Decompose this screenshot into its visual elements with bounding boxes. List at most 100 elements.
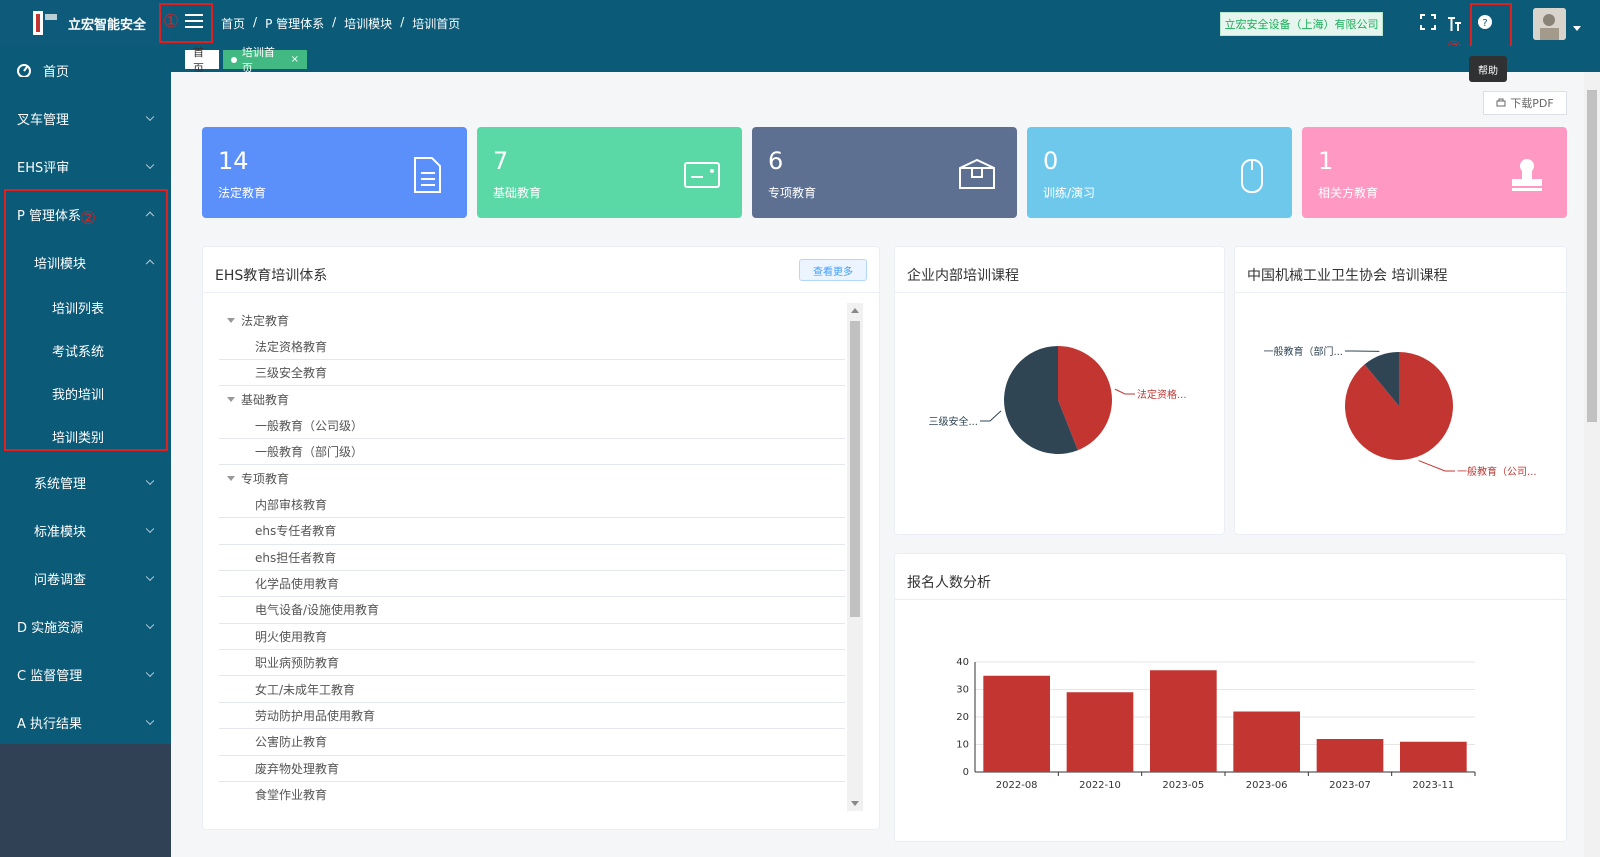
tab-training-home[interactable]: 培训首页 × bbox=[223, 46, 307, 75]
tree-node-label: 法定资格教育 bbox=[255, 339, 328, 354]
sidebar-item-execution-results[interactable]: A 执行结果 bbox=[0, 698, 171, 746]
tree-node-label: 食堂作业教育 bbox=[255, 788, 328, 803]
tree-node-child[interactable]: 一般教育（公司级） bbox=[219, 413, 845, 439]
tab-bar: 首页 培训首页 × bbox=[171, 46, 1600, 75]
sidebar-item-label: EHS评审 bbox=[17, 160, 70, 176]
pie-label-line bbox=[1418, 460, 1455, 472]
x-tick-label: 2023-11 bbox=[1412, 780, 1454, 791]
tree-node-child[interactable]: ehs专任者教育 bbox=[219, 518, 845, 545]
sidebar-item-ehs-review[interactable]: EHS评审 bbox=[0, 142, 171, 190]
page-scrollbar[interactable] bbox=[1584, 72, 1600, 857]
tree-node-parent[interactable]: 基础教育 bbox=[219, 386, 845, 412]
breadcrumb-separator: / bbox=[253, 15, 258, 29]
tree-node-label: 专项教育 bbox=[241, 472, 290, 487]
tree-node-child[interactable]: 职业病预防教育 bbox=[219, 650, 845, 677]
bar[interactable] bbox=[1400, 741, 1467, 772]
download-pdf-button[interactable]: 下载PDF bbox=[1483, 91, 1567, 115]
scroll-up-icon[interactable] bbox=[851, 308, 859, 313]
caret-down-icon[interactable] bbox=[227, 476, 235, 482]
scrollbar-thumb[interactable] bbox=[1587, 90, 1597, 422]
breadcrumb-management-system[interactable]: P 管理体系 bbox=[265, 15, 324, 32]
caret-down-icon[interactable] bbox=[1573, 26, 1581, 31]
tree-node-child[interactable]: 化学品使用教育 bbox=[219, 571, 845, 598]
tree-node-label: 职业病预防教育 bbox=[255, 656, 340, 671]
stat-card-drill[interactable]: 0 训练/演习 bbox=[1027, 127, 1292, 218]
scrollbar-thumb[interactable] bbox=[850, 321, 860, 617]
tree-node-label: 废弃物处理教育 bbox=[255, 761, 340, 776]
divider bbox=[203, 292, 879, 293]
breadcrumb-training-module[interactable]: 培训模块 bbox=[344, 15, 392, 32]
pie-label: 三级安全... bbox=[928, 415, 978, 428]
breadcrumb-separator: / bbox=[332, 15, 337, 29]
bar[interactable] bbox=[983, 675, 1050, 772]
tree-node-parent[interactable]: 专项教育 bbox=[219, 465, 845, 491]
mouse-icon bbox=[1241, 159, 1263, 193]
tree-node-child[interactable]: 内部审核教育 bbox=[219, 492, 845, 519]
pie-label: 法定资格... bbox=[1137, 388, 1187, 401]
tree-node-child[interactable]: 法定资格教育 bbox=[219, 333, 845, 360]
tree-node-parent[interactable]: 法定教育 bbox=[219, 307, 845, 333]
sidebar-item-label: 叉车管理 bbox=[17, 112, 70, 128]
document-icon bbox=[414, 157, 441, 193]
sidebar-item-implementation-resources[interactable]: D 实施资源 bbox=[0, 602, 171, 650]
breadcrumb-current: 培训首页 bbox=[412, 17, 461, 31]
annotation-number-2: ② bbox=[80, 208, 97, 229]
sidebar-item-survey[interactable]: 问卷调查 bbox=[0, 554, 171, 602]
font-size-icon[interactable] bbox=[1446, 14, 1462, 32]
tab-home[interactable]: 首页 bbox=[185, 46, 219, 75]
ehs-panel: EHS教育培训体系 查看更多 法定教育 法定资格教育 三级安全教育 基础教育 一般教育（… bbox=[202, 246, 880, 830]
stat-card-special[interactable]: 6 专项教育 bbox=[752, 127, 1017, 218]
tab-label: 培训首页 bbox=[241, 45, 275, 75]
tree-node-child[interactable]: 食堂作业教育 bbox=[219, 782, 845, 803]
tree-node-label: 明火使用教育 bbox=[255, 629, 328, 644]
tree-node-child[interactable]: 三级安全教育 bbox=[219, 360, 845, 387]
tree-node-child[interactable]: 公害防止教育 bbox=[219, 729, 845, 756]
view-more-button[interactable]: 查看更多 bbox=[799, 259, 867, 281]
stat-value: 14 bbox=[218, 147, 249, 175]
tree-node-child[interactable]: ehs担任者教育 bbox=[219, 545, 845, 571]
stat-card-legal[interactable]: 14 法定教育 bbox=[202, 127, 467, 218]
bar[interactable] bbox=[1150, 670, 1217, 772]
caret-down-icon[interactable] bbox=[227, 396, 235, 402]
sidebar-item-forklift[interactable]: 叉车管理 bbox=[0, 94, 171, 142]
bar[interactable] bbox=[1316, 739, 1384, 772]
pie-label-line bbox=[1114, 388, 1135, 395]
chevron-down-icon bbox=[145, 112, 155, 122]
logo: 立宏智能安全 bbox=[0, 0, 171, 46]
tree-scrollbar[interactable] bbox=[847, 303, 863, 811]
stat-label: 专项教育 bbox=[768, 186, 817, 200]
tree-node-child[interactable]: 劳动防护用品使用教育 bbox=[219, 703, 845, 730]
scroll-down-icon[interactable] bbox=[851, 801, 859, 806]
breadcrumb: 首页 / P 管理体系 / 培训模块 / 培训首页 bbox=[221, 15, 460, 32]
stat-value: 1 bbox=[1318, 147, 1334, 175]
fullscreen-icon[interactable] bbox=[1420, 14, 1436, 30]
chevron-down-icon bbox=[145, 572, 155, 582]
box-icon bbox=[959, 158, 995, 189]
tree-node-child[interactable]: 一般教育（部门级） bbox=[219, 439, 845, 466]
tree-node-label: ehs担任者教育 bbox=[255, 550, 337, 565]
tree-node-child[interactable]: 废弃物处理教育 bbox=[219, 756, 845, 783]
panel-title: 报名人数分析 bbox=[907, 575, 991, 591]
sidebar-item-system-management[interactable]: 系统管理 bbox=[0, 458, 171, 506]
sidebar-item-supervision[interactable]: C 监督管理 bbox=[0, 650, 171, 698]
x-tick-label: 2022-10 bbox=[1079, 780, 1121, 791]
tree-node-child[interactable]: 电气设备/设施使用教育 bbox=[219, 597, 845, 624]
bar[interactable] bbox=[1066, 692, 1134, 772]
close-icon[interactable]: × bbox=[291, 54, 299, 65]
sidebar-item-home[interactable]: 首页 bbox=[0, 46, 171, 94]
chevron-down-icon bbox=[145, 160, 155, 170]
stat-card-basic[interactable]: 7 基础教育 bbox=[477, 127, 742, 218]
sidebar-item-standard-module[interactable]: 标准模块 bbox=[0, 506, 171, 554]
stat-card-related-party[interactable]: 1 相关方教育 bbox=[1302, 127, 1567, 218]
breadcrumb-home[interactable]: 首页 bbox=[221, 15, 245, 32]
tree-node-child[interactable]: 女工/未成年工教育 bbox=[219, 676, 845, 703]
sidebar-item-label: C 监督管理 bbox=[17, 668, 83, 684]
association-courses-panel: 中国机械工业卫生协会 培训课程 一般教育（公司... 一般教育（部门... bbox=[1234, 246, 1567, 535]
avatar[interactable] bbox=[1533, 8, 1566, 40]
company-badge[interactable]: 立宏安全设备（上海）有限公司 bbox=[1220, 12, 1383, 36]
pie-label: 一般教育（部门... bbox=[1263, 345, 1343, 358]
pie-chart-association: 一般教育（公司... 一般教育（部门... bbox=[1263, 345, 1536, 478]
tree-node-child[interactable]: 明火使用教育 bbox=[219, 624, 845, 651]
bar[interactable] bbox=[1233, 711, 1300, 773]
caret-down-icon[interactable] bbox=[227, 317, 235, 323]
